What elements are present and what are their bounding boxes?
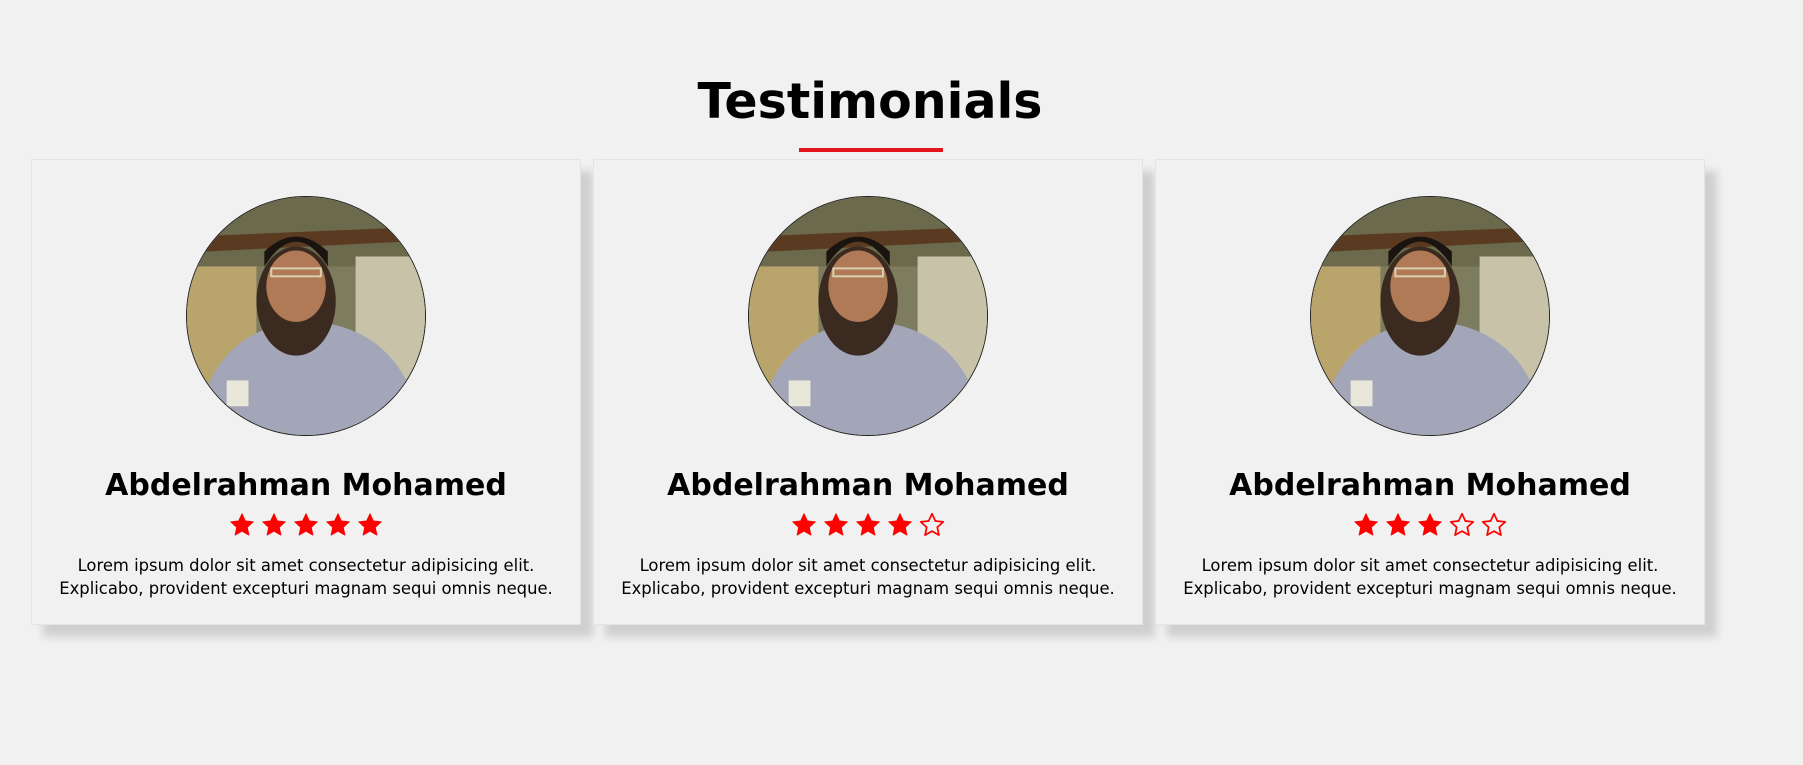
star-filled-icon xyxy=(230,513,254,536)
star-filled-icon xyxy=(294,513,318,536)
testimonial-card: Abdelrahman Mohamed Lorem ipsum dolor si… xyxy=(593,159,1143,625)
title-underline xyxy=(799,148,943,152)
star-rating xyxy=(1353,512,1507,538)
star-filled-icon xyxy=(326,513,350,536)
section-title: Testimonials xyxy=(697,73,1043,130)
star-filled-icon xyxy=(888,513,912,536)
review-text: Lorem ipsum dolor sit amet consectetur a… xyxy=(621,556,1115,598)
star-rating xyxy=(229,512,383,538)
star-filled-icon xyxy=(1386,513,1410,536)
star-filled-icon xyxy=(824,513,848,536)
avatar-photo xyxy=(1311,197,1549,435)
star-filled-icon xyxy=(358,513,382,536)
reviewer-name: Abdelrahman Mohamed xyxy=(667,468,1069,503)
avatar-photo xyxy=(187,197,425,435)
star-empty-icon xyxy=(1481,512,1507,536)
reviewer-name: Abdelrahman Mohamed xyxy=(1229,468,1631,503)
avatar xyxy=(186,196,426,436)
star-empty-icon xyxy=(1449,512,1475,536)
star-empty-icon xyxy=(919,512,945,536)
testimonial-card: Abdelrahman Mohamed Lorem ipsum dolor si… xyxy=(31,159,581,625)
avatar-photo xyxy=(749,197,987,435)
star-rating xyxy=(791,512,945,538)
star-filled-icon xyxy=(262,513,286,536)
review-text: Lorem ipsum dolor sit amet consectetur a… xyxy=(59,556,553,598)
star-filled-icon xyxy=(1354,513,1378,536)
testimonial-card: Abdelrahman Mohamed Lorem ipsum dolor si… xyxy=(1155,159,1705,625)
avatar xyxy=(1310,196,1550,436)
reviewer-name: Abdelrahman Mohamed xyxy=(105,468,507,503)
testimonial-cards: Abdelrahman Mohamed Lorem ipsum dolor si… xyxy=(31,159,1705,625)
avatar xyxy=(748,196,988,436)
review-text: Lorem ipsum dolor sit amet consectetur a… xyxy=(1183,556,1677,598)
star-filled-icon xyxy=(1418,513,1442,536)
star-filled-icon xyxy=(792,513,816,536)
star-filled-icon xyxy=(856,513,880,536)
